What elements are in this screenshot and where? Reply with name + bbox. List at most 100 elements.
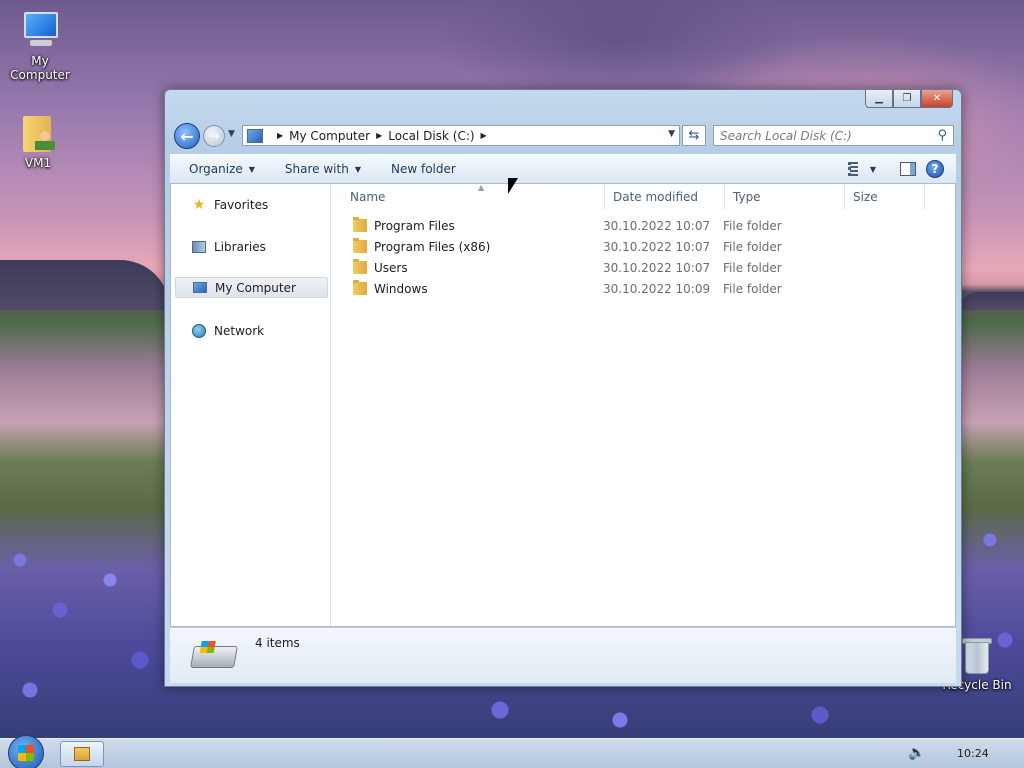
forward-button[interactable]: → xyxy=(203,125,225,147)
breadcrumb-local-disk[interactable]: Local Disk (C:) xyxy=(388,129,474,143)
explorer-icon xyxy=(74,747,90,761)
chevron-down-icon[interactable]: ▼ xyxy=(870,165,876,174)
nav-item-label: Favorites xyxy=(214,197,269,212)
library-icon xyxy=(191,239,207,255)
new-folder-button[interactable]: New folder xyxy=(391,162,456,176)
computer-icon xyxy=(18,8,62,52)
recent-pages-dropdown[interactable]: ▼ xyxy=(228,129,235,139)
close-icon: ✕ xyxy=(932,93,942,104)
help-icon[interactable]: ? xyxy=(926,160,944,178)
column-header-label: Name xyxy=(350,190,386,204)
mouse-cursor-icon xyxy=(508,178,518,194)
table-row[interactable]: Windows 30.10.2022 10:09 File folder xyxy=(340,278,950,299)
computer-icon xyxy=(192,280,208,296)
nav-item-network[interactable]: Network xyxy=(175,320,328,341)
share-with-label: Share with xyxy=(284,162,349,176)
desktop-hill-right xyxy=(960,292,1024,310)
column-header-name[interactable]: ▲ Name xyxy=(342,183,605,210)
nav-item-label: Network xyxy=(214,323,265,338)
breadcrumb-separator-icon[interactable]: ▶ xyxy=(481,131,487,140)
item-count: 4 items xyxy=(255,636,300,650)
back-button[interactable]: ← xyxy=(174,123,200,149)
column-header-label: Date modified xyxy=(613,190,699,204)
search-box[interactable]: ⚲ xyxy=(713,125,954,146)
hard-drive-icon xyxy=(190,641,238,668)
chevron-down-icon: ▼ xyxy=(228,129,235,139)
search-input[interactable] xyxy=(720,128,920,143)
column-header-type[interactable]: Type xyxy=(725,184,845,210)
file-date: 30.10.2022 10:07 xyxy=(603,260,711,275)
table-row[interactable]: Program Files (x86) 30.10.2022 10:07 Fil… xyxy=(340,236,950,257)
command-bar: Organize ▼ Share with ▼ New folder ▼ ? xyxy=(170,154,956,184)
folder-icon xyxy=(353,238,367,253)
share-with-button[interactable]: Share with ▼ xyxy=(285,162,361,176)
preview-pane-icon[interactable] xyxy=(900,162,916,176)
file-list: ▲ Name Date modified Type Size Program F… xyxy=(332,183,955,626)
file-type: File folder xyxy=(723,218,782,233)
explorer-content: ★ Favorites Libraries My Computer Networ… xyxy=(170,183,956,627)
windows-logo-icon xyxy=(18,745,34,761)
table-row[interactable]: Program Files 30.10.2022 10:07 File fold… xyxy=(340,215,950,236)
clock[interactable]: 10:24 xyxy=(957,747,989,760)
volume-icon[interactable]: 🔈 xyxy=(908,745,925,761)
back-arrow-icon: ← xyxy=(180,126,194,146)
organize-button[interactable]: Organize ▼ xyxy=(189,162,255,176)
network-icon xyxy=(191,323,207,339)
search-icon[interactable]: ⚲ xyxy=(937,128,947,143)
chevron-down-icon: ▼ xyxy=(248,164,255,174)
close-button[interactable]: ✕ xyxy=(921,90,953,108)
nav-item-label: My Computer xyxy=(215,280,296,295)
address-bar[interactable]: ▶ My Computer ▶ Local Disk (C:) ▶ ▼ xyxy=(242,125,680,146)
view-controls: ▼ ? xyxy=(847,160,944,178)
folder-icon xyxy=(353,280,367,295)
nav-item-label: Libraries xyxy=(214,239,266,254)
refresh-button[interactable]: ⇆ xyxy=(682,125,706,146)
address-dropdown-icon[interactable]: ▼ xyxy=(668,129,675,139)
taskbar-explorer-button[interactable] xyxy=(60,741,104,767)
file-name: Windows xyxy=(374,281,428,296)
file-type: File folder xyxy=(723,239,782,254)
breadcrumb-my-computer[interactable]: My Computer xyxy=(289,129,370,143)
navigation-pane: ★ Favorites Libraries My Computer Networ… xyxy=(171,184,331,626)
breadcrumb-separator-icon[interactable]: ▶ xyxy=(277,131,283,140)
minimize-icon: ▁ xyxy=(875,93,883,104)
file-date: 30.10.2022 10:09 xyxy=(603,281,711,296)
table-row[interactable]: Users 30.10.2022 10:07 File folder xyxy=(340,257,950,278)
taskbar: 🔈 10:24 xyxy=(0,735,1024,768)
folder-icon xyxy=(353,217,367,232)
column-header-date[interactable]: Date modified xyxy=(605,184,725,210)
file-name: Users xyxy=(374,260,408,275)
new-folder-label: New folder xyxy=(390,162,456,176)
file-type: File folder xyxy=(723,260,782,275)
details-pane: 4 items xyxy=(170,627,956,683)
user-folder-icon xyxy=(19,112,57,154)
start-button[interactable] xyxy=(8,735,44,768)
computer-icon xyxy=(247,128,263,143)
nav-item-favorites[interactable]: ★ Favorites xyxy=(175,194,328,215)
maximize-button[interactable]: ❐ xyxy=(893,90,921,108)
column-header-label: Type xyxy=(733,190,761,204)
file-type: File folder xyxy=(723,281,782,296)
file-date: 30.10.2022 10:07 xyxy=(603,218,711,233)
nav-item-libraries[interactable]: Libraries xyxy=(175,236,328,257)
caption-buttons: ▁ ❐ ✕ xyxy=(865,90,953,108)
folder-icon xyxy=(353,259,367,274)
chevron-down-icon: ▼ xyxy=(354,164,361,174)
organize-label: Organize xyxy=(189,162,243,176)
explorer-window[interactable]: ▁ ❐ ✕ ← → ▼ ▶ My Computer ▶ Local Disk (… xyxy=(164,89,962,687)
sort-ascending-icon: ▲ xyxy=(478,183,485,192)
nav-item-my-computer[interactable]: My Computer xyxy=(175,277,328,298)
desktop-icon-label: VM1 xyxy=(24,156,52,170)
breadcrumb-separator-icon[interactable]: ▶ xyxy=(376,131,382,140)
view-options-icon[interactable] xyxy=(847,162,864,176)
restore-icon: ❐ xyxy=(902,93,912,104)
file-name: Program Files (x86) xyxy=(374,239,491,254)
forward-arrow-icon: → xyxy=(208,129,220,143)
desktop-icon-vm1[interactable]: VM1 xyxy=(0,112,78,170)
minimize-button[interactable]: ▁ xyxy=(865,90,893,108)
desktop-icon-my-computer[interactable]: My Computer xyxy=(0,8,80,82)
column-header-label: Size xyxy=(853,190,878,204)
file-name: Program Files xyxy=(374,218,455,233)
star-icon: ★ xyxy=(192,196,206,213)
column-header-size[interactable]: Size xyxy=(845,184,925,210)
